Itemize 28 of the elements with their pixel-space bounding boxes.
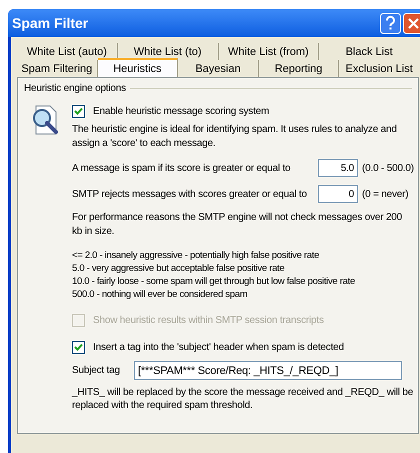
scale-line: 500.0 - nothing will ever be considered spam: [72, 288, 248, 301]
number-field[interactable]: 0: [318, 185, 358, 203]
checkbox-label: Insert a tag into the 'subject' header when spam is detected: [93, 341, 344, 355]
performance-note: For performance reasons the SMTP engine will not check messages over 200 kb in size.: [72, 211, 404, 239]
subject-tag-label: Subject tag: [72, 364, 121, 378]
help-icon[interactable]: [380, 12, 401, 34]
tab[interactable]: Black List: [319, 43, 419, 60]
checkbox[interactable]: [72, 105, 85, 118]
tab[interactable]: White List (from): [218, 43, 320, 60]
field-label: A message is spam if its score is greater or equal to: [72, 162, 292, 176]
range-hint: (0 = never): [362, 188, 408, 202]
field-label: SMTP rejects messages with scores greater or equal to: [72, 188, 308, 202]
range-hint: (0.0 - 500.0): [362, 162, 414, 176]
window-title: Spam Filter: [12, 14, 90, 33]
checkbox-label: Show heuristic results within SMTP session transcripts: [93, 314, 324, 328]
number-field[interactable]: 5.0: [318, 159, 358, 177]
checkbox[interactable]: [72, 341, 85, 354]
intro-text: The heuristic engine is ideal for identifying spam. It uses rules to analyze and assign a 'score' to each message.: [72, 123, 398, 151]
subject-tag-field[interactable]: [***SPAM*** Score/Req: _HITS_/_REQD_]: [134, 361, 402, 380]
checkbox-label: Enable heuristic message scoring system: [93, 105, 270, 119]
scale-line: <= 2.0 - insanely aggressive - potentially high false positive rate: [72, 249, 320, 262]
tab[interactable]: Exclusion List: [339, 60, 419, 77]
group-title: Heuristic engine options: [24, 82, 126, 96]
close-icon[interactable]: [403, 12, 420, 34]
scale-line: 5.0 - very aggressive but acceptable false positive rate: [72, 262, 286, 275]
tab[interactable]: Heuristics: [98, 58, 178, 77]
scale-line: 10.0 - fairly loose - some spam will get through but low false positive rate: [72, 275, 356, 288]
tag-note: _HITS_ will be replaced by the score the message received and _REQD_ will be replaced with the required spam threshold.: [72, 386, 414, 412]
